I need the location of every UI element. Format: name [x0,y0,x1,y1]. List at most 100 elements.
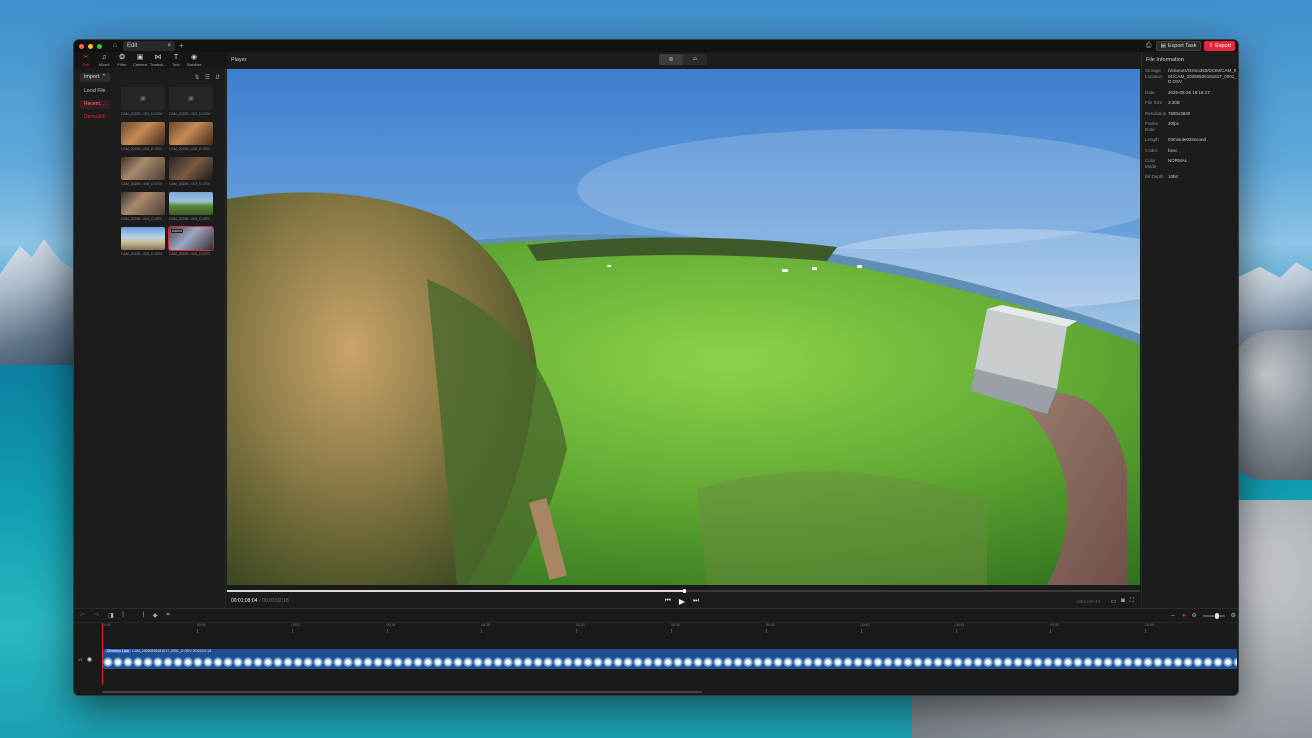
media-thumbnail[interactable]: CAM_20230...005_D.OSV [121,122,165,151]
folder-local-file[interactable]: Local File [80,87,116,96]
snap-icon[interactable]: ⇔ [1170,613,1176,619]
clip-frame [823,655,833,668]
play-icon[interactable]: ▶ [679,597,685,606]
feedback-icon[interactable]: ⎙ [1145,42,1153,50]
media-thumbnail[interactable]: CAM_20230...003_D.OSV [169,192,213,221]
info-value: /Volumes/Osmo360/DCIM/CAM_001/CAM_202505… [1168,68,1237,84]
playback-scrubber[interactable] [227,589,1140,593]
settings-icon[interactable]: ⚙ [1231,612,1236,619]
wallpaper-rocks [1232,330,1312,480]
crop-icon[interactable]: ⌗ [166,612,169,619]
thumbnail-caption: CAM_20230...003_D.OSV [169,217,211,221]
time-ruler[interactable]: 00:00 00:05 00:10 00:15 00:20 00:25 00:30 00:35… [102,623,1238,635]
info-value: hevc [1168,147,1178,153]
zoom-slider-handle[interactable] [1214,612,1219,619]
fullscreen-icon[interactable]: ⛶ [1130,598,1134,605]
snapshot-icon[interactable]: ◙ [1121,598,1125,604]
record-icon[interactable]: ● [1182,613,1186,619]
vr-view-icon[interactable]: ⌓ [683,54,707,65]
media-thumbnail[interactable]: ▣ CAM_20230...002_D.OSV [169,87,213,116]
clip-frame [1033,655,1043,668]
sort-icon[interactable]: ⇅ [195,74,200,81]
info-key: Storage Location [1145,68,1163,79]
info-row: Storage Location/Volumes/Osmo360/DCIM/CA… [1142,68,1238,85]
list-view-icon[interactable]: ☰ [205,74,210,81]
clip-frame [803,655,813,668]
clip-frame [763,655,773,668]
import-button[interactable]: Import ⌃ [80,72,110,82]
clip-frame [303,655,313,668]
video-preview[interactable] [227,69,1140,585]
playhead[interactable] [102,623,103,685]
clip-frame [633,655,643,668]
tool-stabilize[interactable]: ◉ Stabilize [185,53,203,68]
close-window-button[interactable] [79,43,84,49]
clip-frame [133,655,143,668]
media-thumbnail[interactable]: CAM_20230...006_D.OSV [169,122,213,151]
filter-sort-icon[interactable]: ⇵ [215,74,220,81]
timeline-toolbar: ↶ ↷ ◨ ⎸ ⎹ ◆ ⌗ ⇔ ● ⊖ ⚙ [74,609,1238,623]
undo-icon[interactable]: ↶ [80,612,85,619]
previous-frame-icon[interactable]: ⏮ [665,597,671,605]
clip-frame [973,655,983,668]
redo-icon[interactable]: ↷ [94,612,99,619]
ruler-tick: 00:15 [386,623,396,633]
timeline-zoom-slider[interactable] [1202,612,1225,619]
player-title: Player [231,57,247,63]
media-thumbnail[interactable]: CAM_20230...002_D.OSV [121,227,165,256]
clip-frame [443,655,453,668]
trim-left-icon[interactable]: ⎸ [123,612,129,619]
ruler-tick: 00:50 [1050,623,1060,633]
panorama-view-icon[interactable]: ⊛ [659,54,683,65]
media-thumbnail[interactable]: CAM_20230...004_D.OSV [121,192,165,221]
thumbnail-image [121,157,165,180]
timeline-zoom-controls: ⇔ ● ⊖ ⚙ [1170,612,1236,619]
media-thumbnail[interactable]: Added CAM_20230...003_D.OSV [168,226,214,256]
clip-frame [1073,655,1083,668]
info-key: File Size [1145,100,1163,105]
visibility-eye-icon[interactable]: ◉ [87,656,92,663]
tool-text[interactable]: T Text [167,53,185,68]
clip-frame [603,655,613,668]
timeline-scrollbar[interactable] [102,691,702,693]
folder-recent[interactable]: Recent... [80,100,110,109]
export-button[interactable]: ⇪ Export [1204,41,1235,51]
clip-frame [913,655,923,668]
tool-filter[interactable]: ❂ Filter [113,53,131,68]
split-icon[interactable]: ◨ [108,612,114,619]
minimize-window-button[interactable] [88,43,93,49]
close-tab-icon[interactable]: × [167,43,171,49]
thumbnail-image: Added [168,226,214,251]
new-tab-icon[interactable]: + [179,42,184,50]
clip-frame [713,655,723,668]
clip-frame [413,655,423,668]
clip-frame [853,655,863,668]
window-controls [79,43,102,49]
media-thumbnail[interactable]: CAM_20230...008_D.OSV [121,157,165,186]
timeline-clip[interactable]: Direction Lock CAM_20250526181617_0001_D… [103,649,1237,669]
trim-right-icon[interactable]: ⎹ [138,612,144,619]
tool-transition[interactable]: ⋈ Transiti... [149,53,167,68]
tool-camera[interactable]: ▣ Camera [131,53,149,68]
ruler-tick: 00:20 [481,623,491,633]
scrubber-handle[interactable] [682,589,686,593]
next-frame-icon[interactable]: ⏭ [693,597,699,605]
document-tab[interactable]: Edit × [123,41,175,51]
keyframe-icon[interactable]: ◆ [153,612,158,619]
zoom-window-button[interactable] [97,43,102,49]
tool-mixed[interactable]: ♫ Mixed [95,53,113,68]
media-view-icons: ⇅ ☰ ⇵ [195,74,220,81]
folder-demo360[interactable]: Demo360 [80,113,116,122]
zoom-out-icon[interactable]: ⊖ [1192,612,1197,619]
tool-edit[interactable]: ✂ Edit [77,53,95,68]
clip-frame [393,655,403,668]
home-icon[interactable]: ⌂ [111,42,119,50]
media-thumbnail[interactable]: ▣ CAM_20230...001_D.OSV [121,87,165,116]
info-row: Bit Depth 10bit [1142,174,1238,180]
aspect-icon[interactable]: ▭ [1111,598,1117,605]
export-task-button[interactable]: ▤ Export Task [1155,41,1202,51]
export-label: Export [1215,43,1231,49]
media-thumbnail[interactable]: CAM_20230...007_D.OSV [169,157,213,186]
clip-frame [943,655,953,668]
tool-edit-label: Edit [82,62,90,67]
